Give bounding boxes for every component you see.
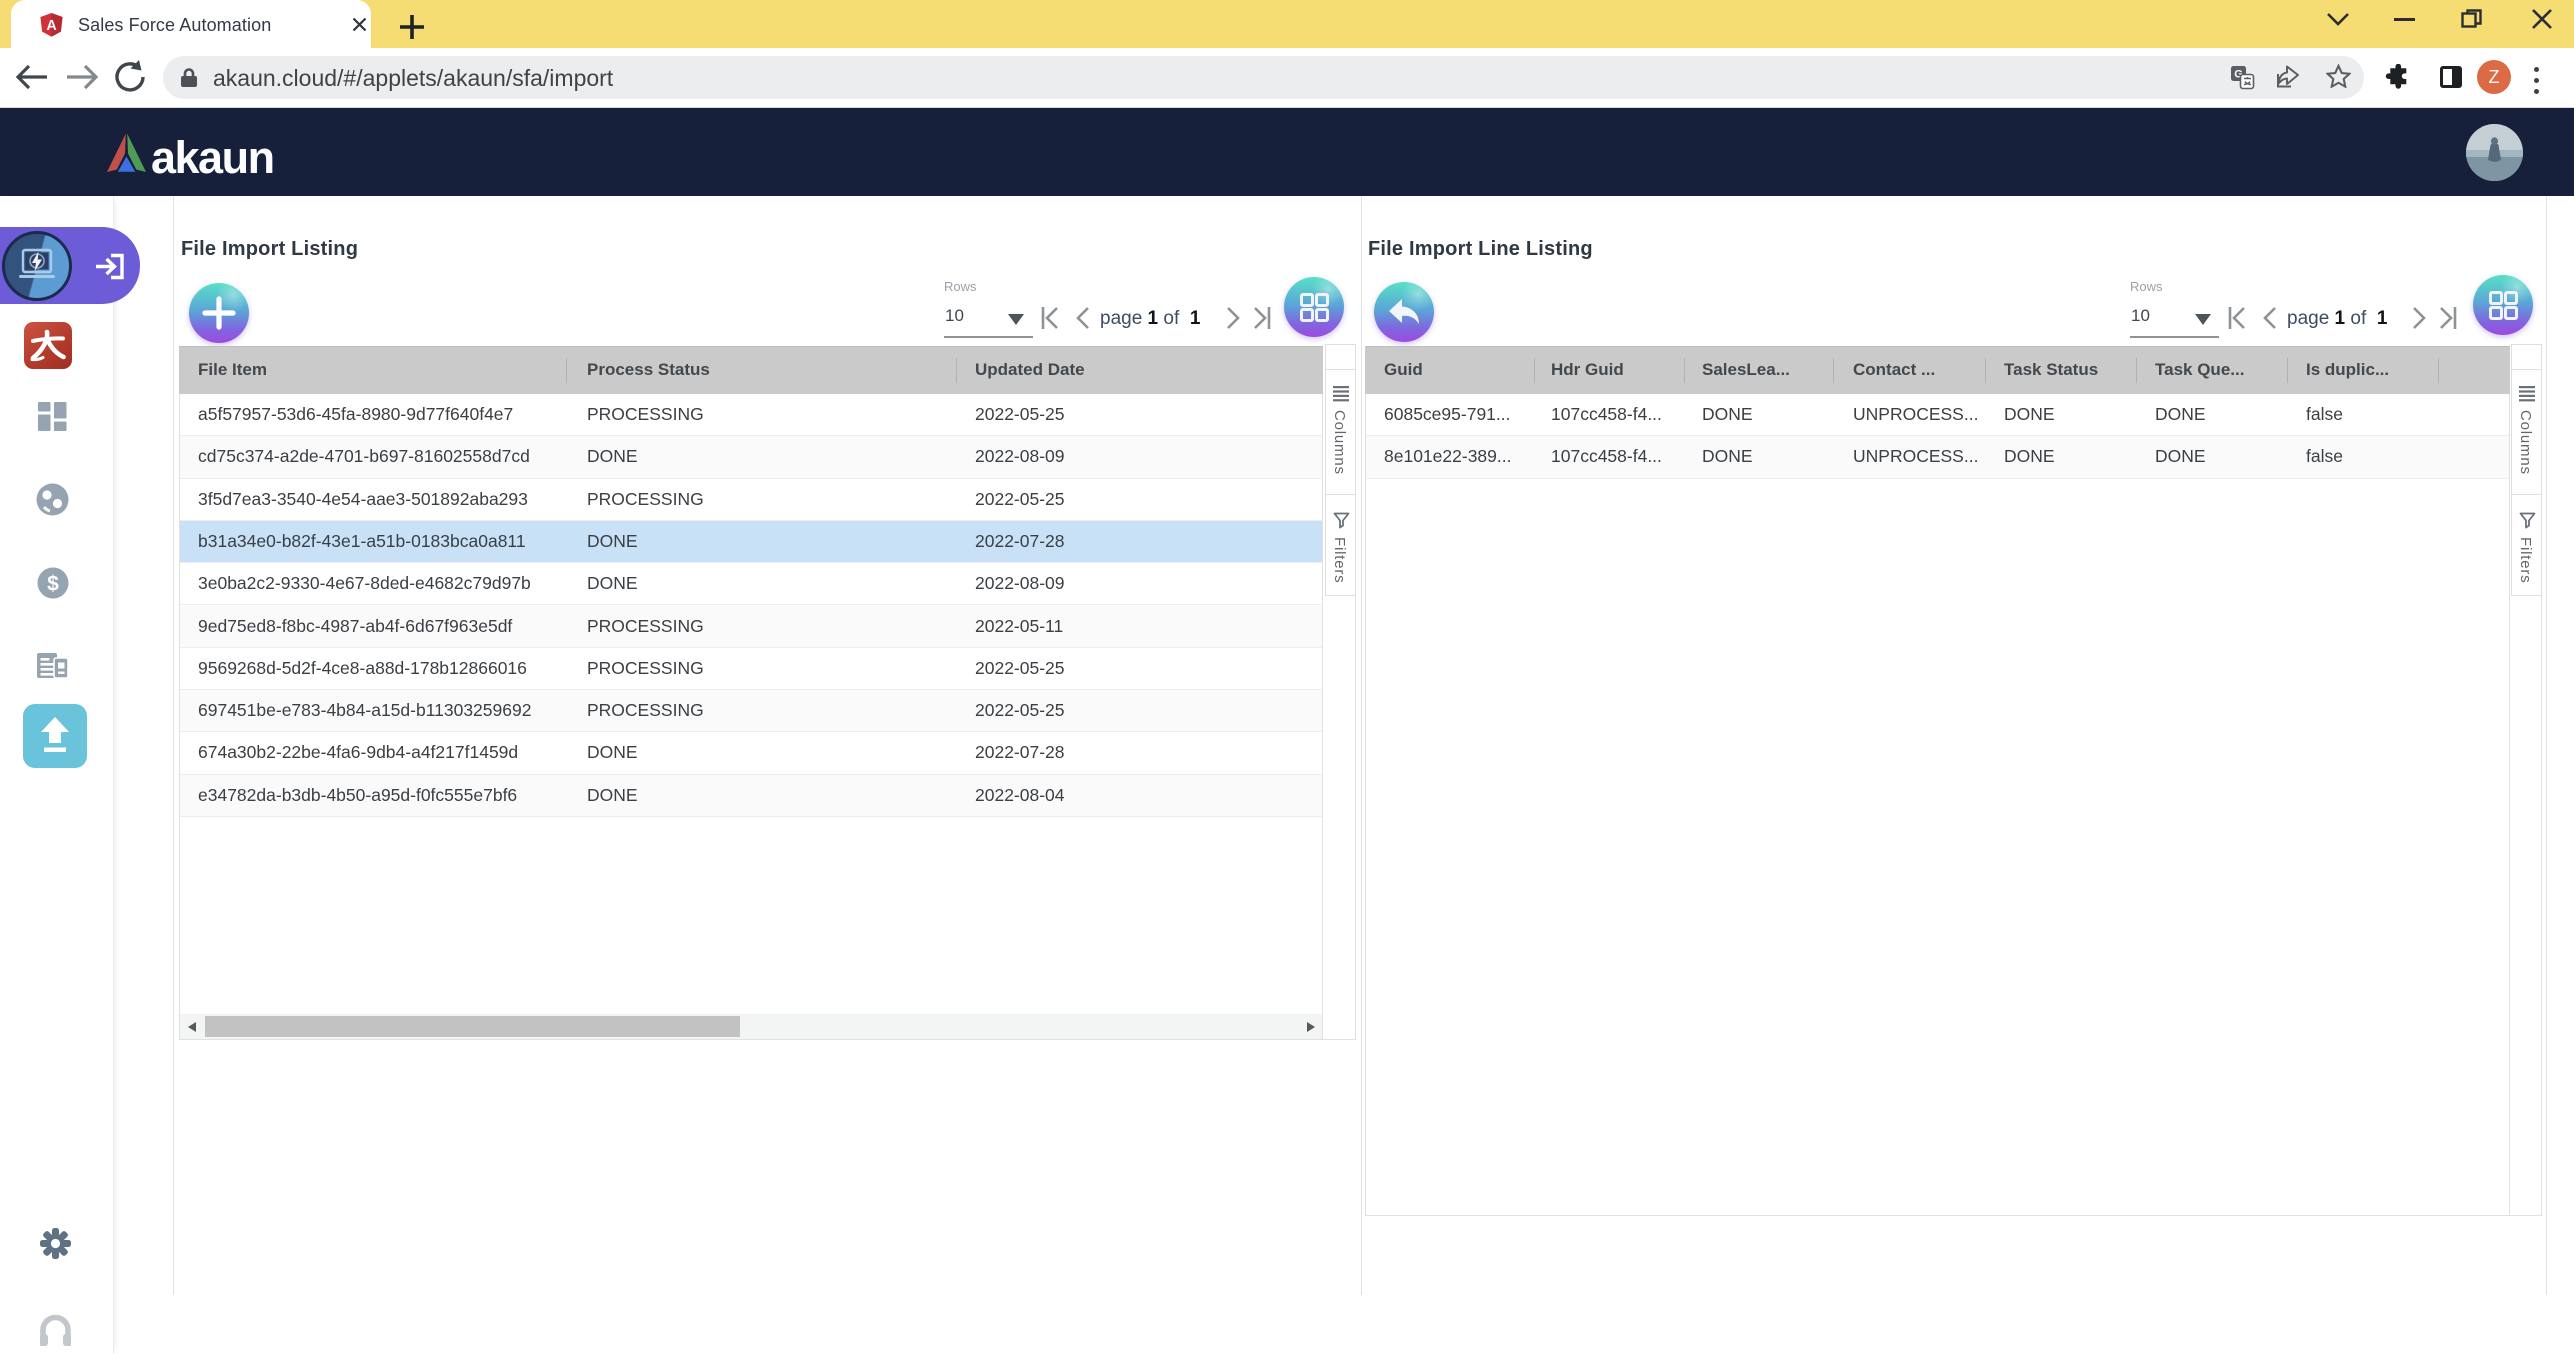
svg-text:$: $ (47, 573, 59, 596)
svg-text:A: A (46, 18, 56, 34)
